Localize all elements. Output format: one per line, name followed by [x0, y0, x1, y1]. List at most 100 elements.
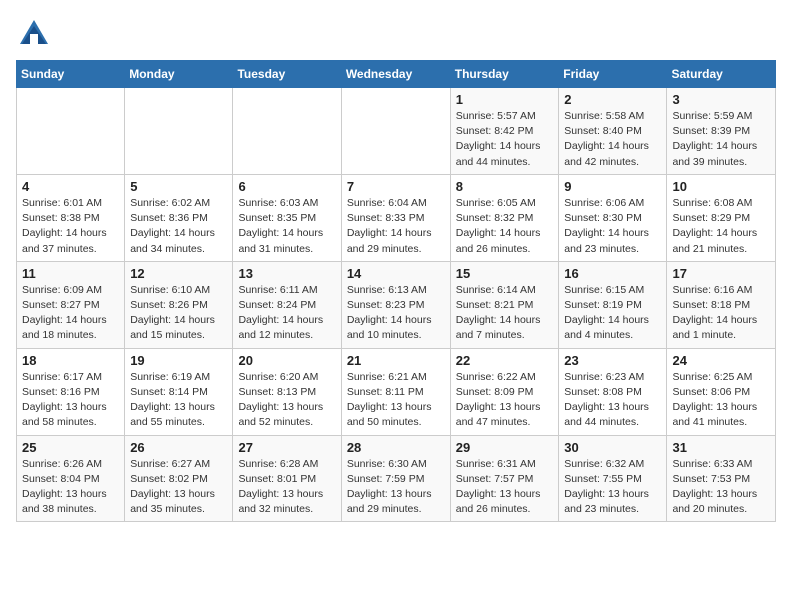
day-info: Sunrise: 6:32 AM Sunset: 7:55 PM Dayligh…: [564, 457, 661, 518]
day-cell: 18 Sunrise: 6:17 AM Sunset: 8:16 PM Dayli…: [17, 348, 125, 435]
day-cell: 29 Sunrise: 6:31 AM Sunset: 7:57 PM Dayli…: [450, 435, 559, 522]
day-number: 9: [564, 179, 661, 194]
day-cell: 6 Sunrise: 6:03 AM Sunset: 8:35 PM Daylig…: [233, 174, 341, 261]
day-cell: 4 Sunrise: 6:01 AM Sunset: 8:38 PM Daylig…: [17, 174, 125, 261]
day-number: 30: [564, 440, 661, 455]
day-cell: [341, 88, 450, 175]
day-number: 20: [238, 353, 335, 368]
logo: [16, 16, 56, 52]
day-number: 4: [22, 179, 119, 194]
day-info: Sunrise: 6:14 AM Sunset: 8:21 PM Dayligh…: [456, 283, 554, 344]
day-info: Sunrise: 6:06 AM Sunset: 8:30 PM Dayligh…: [564, 196, 661, 257]
header-cell-monday: Monday: [125, 61, 233, 88]
day-cell: 24 Sunrise: 6:25 AM Sunset: 8:06 PM Dayli…: [667, 348, 776, 435]
day-number: 11: [22, 266, 119, 281]
day-info: Sunrise: 5:57 AM Sunset: 8:42 PM Dayligh…: [456, 109, 554, 170]
calendar-body: 1Sunrise: 5:57 AM Sunset: 8:42 PM Daylig…: [17, 88, 776, 522]
day-number: 7: [347, 179, 445, 194]
day-info: Sunrise: 6:33 AM Sunset: 7:53 PM Dayligh…: [672, 457, 770, 518]
day-number: 21: [347, 353, 445, 368]
header-cell-tuesday: Tuesday: [233, 61, 341, 88]
calendar-header: SundayMondayTuesdayWednesdayThursdayFrid…: [17, 61, 776, 88]
calendar-table: SundayMondayTuesdayWednesdayThursdayFrid…: [16, 60, 776, 522]
day-number: 17: [672, 266, 770, 281]
day-cell: 16 Sunrise: 6:15 AM Sunset: 8:19 PM Dayli…: [559, 261, 667, 348]
day-info: Sunrise: 6:28 AM Sunset: 8:01 PM Dayligh…: [238, 457, 335, 518]
day-number: 29: [456, 440, 554, 455]
day-info: Sunrise: 6:22 AM Sunset: 8:09 PM Dayligh…: [456, 370, 554, 431]
header-cell-sunday: Sunday: [17, 61, 125, 88]
day-cell: 7 Sunrise: 6:04 AM Sunset: 8:33 PM Daylig…: [341, 174, 450, 261]
day-number: 22: [456, 353, 554, 368]
day-number: 18: [22, 353, 119, 368]
day-cell: 22 Sunrise: 6:22 AM Sunset: 8:09 PM Dayli…: [450, 348, 559, 435]
day-cell: 8 Sunrise: 6:05 AM Sunset: 8:32 PM Daylig…: [450, 174, 559, 261]
day-info: Sunrise: 6:16 AM Sunset: 8:18 PM Dayligh…: [672, 283, 770, 344]
week-row-3: 11 Sunrise: 6:09 AM Sunset: 8:27 PM Dayli…: [17, 261, 776, 348]
day-cell: 13Sunrise: 6:11 AM Sunset: 8:24 PM Dayli…: [233, 261, 341, 348]
day-info: Sunrise: 6:13 AM Sunset: 8:23 PM Dayligh…: [347, 283, 445, 344]
header-cell-thursday: Thursday: [450, 61, 559, 88]
day-number: 5: [130, 179, 227, 194]
day-cell: 10 Sunrise: 6:08 AM Sunset: 8:29 PM Dayli…: [667, 174, 776, 261]
day-number: 14: [347, 266, 445, 281]
day-cell: 5 Sunrise: 6:02 AM Sunset: 8:36 PM Daylig…: [125, 174, 233, 261]
day-cell: 23Sunrise: 6:23 AM Sunset: 8:08 PM Dayli…: [559, 348, 667, 435]
day-info: Sunrise: 6:19 AM Sunset: 8:14 PM Dayligh…: [130, 370, 227, 431]
day-info: Sunrise: 6:03 AM Sunset: 8:35 PM Dayligh…: [238, 196, 335, 257]
day-cell: 17 Sunrise: 6:16 AM Sunset: 8:18 PM Dayli…: [667, 261, 776, 348]
day-number: 25: [22, 440, 119, 455]
day-cell: 30 Sunrise: 6:32 AM Sunset: 7:55 PM Dayli…: [559, 435, 667, 522]
day-cell: 11 Sunrise: 6:09 AM Sunset: 8:27 PM Dayli…: [17, 261, 125, 348]
day-number: 16: [564, 266, 661, 281]
day-info: Sunrise: 6:26 AM Sunset: 8:04 PM Dayligh…: [22, 457, 119, 518]
day-number: 10: [672, 179, 770, 194]
day-info: Sunrise: 5:59 AM Sunset: 8:39 PM Dayligh…: [672, 109, 770, 170]
day-info: Sunrise: 6:20 AM Sunset: 8:13 PM Dayligh…: [238, 370, 335, 431]
day-cell: 2Sunrise: 5:58 AM Sunset: 8:40 PM Daylig…: [559, 88, 667, 175]
day-info: Sunrise: 6:25 AM Sunset: 8:06 PM Dayligh…: [672, 370, 770, 431]
header-cell-wednesday: Wednesday: [341, 61, 450, 88]
day-cell: 31 Sunrise: 6:33 AM Sunset: 7:53 PM Dayli…: [667, 435, 776, 522]
day-number: 26: [130, 440, 227, 455]
day-cell: 28Sunrise: 6:30 AM Sunset: 7:59 PM Dayli…: [341, 435, 450, 522]
day-cell: [233, 88, 341, 175]
day-number: 6: [238, 179, 335, 194]
day-number: 12: [130, 266, 227, 281]
day-cell: 19 Sunrise: 6:19 AM Sunset: 8:14 PM Dayli…: [125, 348, 233, 435]
header-row: SundayMondayTuesdayWednesdayThursdayFrid…: [17, 61, 776, 88]
day-info: Sunrise: 6:04 AM Sunset: 8:33 PM Dayligh…: [347, 196, 445, 257]
day-number: 31: [672, 440, 770, 455]
day-info: Sunrise: 6:31 AM Sunset: 7:57 PM Dayligh…: [456, 457, 554, 518]
week-row-5: 25 Sunrise: 6:26 AM Sunset: 8:04 PM Dayli…: [17, 435, 776, 522]
day-cell: 21 Sunrise: 6:21 AM Sunset: 8:11 PM Dayli…: [341, 348, 450, 435]
week-row-4: 18 Sunrise: 6:17 AM Sunset: 8:16 PM Dayli…: [17, 348, 776, 435]
day-info: Sunrise: 6:21 AM Sunset: 8:11 PM Dayligh…: [347, 370, 445, 431]
day-info: Sunrise: 6:08 AM Sunset: 8:29 PM Dayligh…: [672, 196, 770, 257]
day-cell: 26Sunrise: 6:27 AM Sunset: 8:02 PM Dayli…: [125, 435, 233, 522]
day-info: Sunrise: 6:02 AM Sunset: 8:36 PM Dayligh…: [130, 196, 227, 257]
day-cell: 20 Sunrise: 6:20 AM Sunset: 8:13 PM Dayli…: [233, 348, 341, 435]
day-info: Sunrise: 6:15 AM Sunset: 8:19 PM Dayligh…: [564, 283, 661, 344]
header-cell-saturday: Saturday: [667, 61, 776, 88]
week-row-1: 1Sunrise: 5:57 AM Sunset: 8:42 PM Daylig…: [17, 88, 776, 175]
day-info: Sunrise: 6:10 AM Sunset: 8:26 PM Dayligh…: [130, 283, 227, 344]
day-number: 8: [456, 179, 554, 194]
day-info: Sunrise: 6:11 AM Sunset: 8:24 PM Dayligh…: [238, 283, 335, 344]
day-number: 19: [130, 353, 227, 368]
day-info: Sunrise: 6:30 AM Sunset: 7:59 PM Dayligh…: [347, 457, 445, 518]
day-info: Sunrise: 6:01 AM Sunset: 8:38 PM Dayligh…: [22, 196, 119, 257]
day-number: 2: [564, 92, 661, 107]
day-cell: 25 Sunrise: 6:26 AM Sunset: 8:04 PM Dayli…: [17, 435, 125, 522]
day-cell: 3Sunrise: 5:59 AM Sunset: 8:39 PM Daylig…: [667, 88, 776, 175]
day-number: 23: [564, 353, 661, 368]
week-row-2: 4 Sunrise: 6:01 AM Sunset: 8:38 PM Daylig…: [17, 174, 776, 261]
day-cell: 27Sunrise: 6:28 AM Sunset: 8:01 PM Dayli…: [233, 435, 341, 522]
day-info: Sunrise: 6:17 AM Sunset: 8:16 PM Dayligh…: [22, 370, 119, 431]
day-cell: 12 Sunrise: 6:10 AM Sunset: 8:26 PM Dayli…: [125, 261, 233, 348]
day-info: Sunrise: 6:05 AM Sunset: 8:32 PM Dayligh…: [456, 196, 554, 257]
day-info: Sunrise: 6:09 AM Sunset: 8:27 PM Dayligh…: [22, 283, 119, 344]
logo-icon: [16, 16, 52, 52]
day-cell: 1Sunrise: 5:57 AM Sunset: 8:42 PM Daylig…: [450, 88, 559, 175]
day-number: 24: [672, 353, 770, 368]
